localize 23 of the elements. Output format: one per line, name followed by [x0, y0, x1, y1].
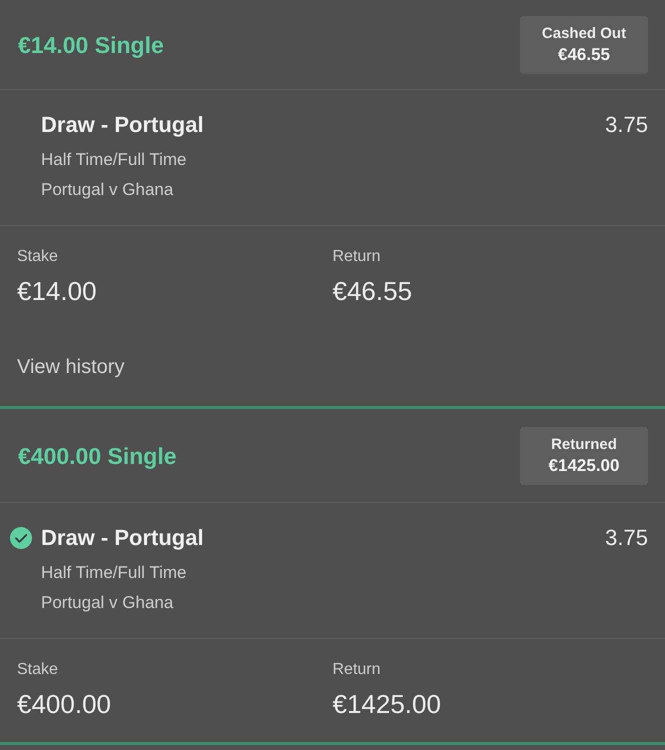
event-name: Portugal v Ghana	[41, 179, 174, 201]
stake-value: €400.00	[17, 688, 111, 720]
return-value: €1425.00	[332, 688, 441, 720]
bet-title: €400.00 Single	[18, 442, 177, 470]
status-label: Returned	[551, 434, 617, 454]
selection-name: Draw - Portugal	[41, 111, 204, 139]
odds: 3.75	[605, 111, 648, 139]
odds: 3.75	[605, 524, 648, 552]
selection-name: Draw - Portugal	[41, 524, 204, 552]
bet-title: €14.00 Single	[18, 30, 164, 60]
status-label: Cashed Out	[542, 24, 626, 44]
event-name: Portugal v Ghana	[41, 592, 174, 614]
market-name: Half Time/Full Time	[41, 562, 186, 584]
return-value: €46.55	[332, 275, 412, 307]
stake-label: Stake	[17, 247, 58, 267]
status-amount: €46.55	[558, 44, 610, 66]
stake-label: Stake	[17, 660, 58, 680]
return-label: Return	[332, 660, 381, 680]
market-name: Half Time/Full Time	[41, 149, 186, 171]
view-history-link[interactable]: View history	[17, 355, 124, 379]
status-amount: €1425.00	[548, 454, 620, 476]
return-label: Return	[332, 247, 381, 267]
stake-value: €14.00	[17, 275, 97, 307]
